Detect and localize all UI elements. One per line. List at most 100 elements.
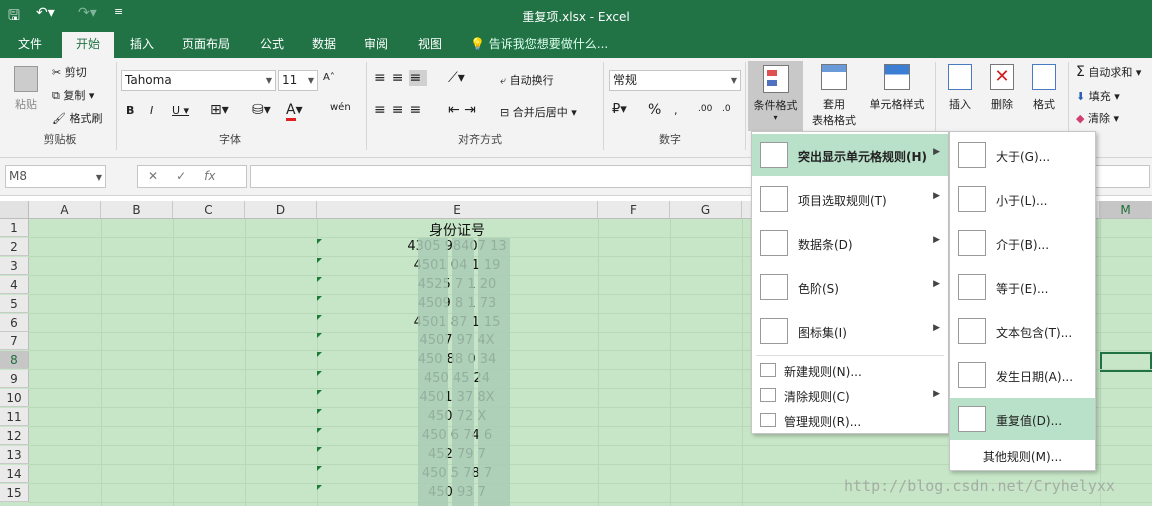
row-header-8[interactable]: 8 — [0, 351, 29, 369]
merge-center-button[interactable]: ⊟ 合并后居中 ▾ — [500, 104, 577, 120]
fill-color-button[interactable]: ⛁▾ — [252, 102, 271, 118]
menu-item-more-rules[interactable]: 其他规则(M)... — [950, 444, 1095, 468]
watermark-text: http://blog.csdn.net/Cryhelyxx — [844, 477, 1115, 495]
menu-item-text-contains[interactable]: 文本包含(T)... — [950, 310, 1095, 352]
cell-styles-icon — [884, 64, 910, 90]
menu-item-new-rule[interactable]: 新建规则(N)... — [752, 358, 948, 382]
menu-item-less-than[interactable]: 小于(L)... — [950, 178, 1095, 220]
window-title: 重复项.xlsx - Excel — [522, 10, 630, 24]
menu-item-clear-rules[interactable]: 清除规则(C) ▶ — [752, 383, 948, 407]
horizontal-align-buttons[interactable]: ≡≡≡ — [374, 102, 427, 118]
phonetic-button[interactable]: wén — [330, 102, 351, 113]
row-header-12[interactable]: 12 — [0, 427, 29, 445]
underline-button[interactable]: U ▾ — [172, 104, 189, 117]
bold-button[interactable]: B — [126, 104, 134, 117]
name-box[interactable]: M8 ▼ — [5, 165, 106, 188]
row-header-6[interactable]: 6 — [0, 314, 29, 332]
column-header-c[interactable]: C — [173, 201, 245, 219]
tab-home[interactable]: 开始 — [62, 32, 114, 58]
grow-font-button[interactable]: A˄ — [323, 72, 335, 83]
menu-item-duplicate-values[interactable]: 重复值(D)... — [950, 398, 1095, 440]
autosum-button[interactable]: Σ 自动求和 ▾ — [1076, 64, 1141, 80]
column-header-d[interactable]: D — [245, 201, 317, 219]
row-header-5[interactable]: 5 — [0, 295, 29, 313]
comma-button[interactable]: , — [674, 104, 678, 117]
row-header-2[interactable]: 2 — [0, 238, 29, 256]
chevron-down-icon: ▼ — [307, 76, 314, 85]
row-header-10[interactable]: 10 — [0, 389, 29, 407]
enter-icon[interactable]: ✓ — [176, 169, 204, 183]
percent-button[interactable]: % — [648, 102, 661, 118]
cut-button[interactable]: ✂ 剪切 — [52, 64, 87, 80]
decrease-decimal-button[interactable]: .0 — [722, 104, 731, 114]
delete-cells-button[interactable]: ✕ 删除 — [984, 64, 1020, 112]
select-all-corner[interactable] — [0, 201, 29, 219]
fill-button[interactable]: ⬇ 填充 ▾ — [1076, 88, 1120, 104]
row-header-9[interactable]: 9 — [0, 370, 29, 388]
tab-page-layout[interactable]: 页面布局 — [172, 32, 240, 58]
row-header-7[interactable]: 7 — [0, 332, 29, 350]
row-header-3[interactable]: 3 — [0, 257, 29, 275]
increase-decimal-button[interactable]: .00 — [698, 104, 712, 114]
copy-button[interactable]: ⧉ 复制 ▾ — [52, 87, 94, 103]
row-header-1[interactable]: 1 — [0, 219, 29, 237]
tab-view[interactable]: 视图 — [408, 32, 452, 58]
row-header-15[interactable]: 15 — [0, 484, 29, 502]
indent-buttons[interactable]: ⇤ ⇥ — [448, 102, 476, 118]
wrap-text-button[interactable]: ⤶ 自动换行 — [500, 72, 554, 88]
clear-button[interactable]: ◆ 清除 ▾ — [1076, 110, 1119, 126]
conditional-formatting-button[interactable]: 条件格式 ▾ — [748, 61, 803, 131]
menu-item-manage-rules[interactable]: 管理规则(R)... — [752, 408, 948, 432]
column-header-a[interactable]: A — [29, 201, 101, 219]
border-button[interactable]: ⊞▾ — [210, 102, 229, 118]
column-header-f[interactable]: F — [598, 201, 670, 219]
tab-review[interactable]: 审阅 — [354, 32, 398, 58]
menu-item-equal-to[interactable]: 等于(E)... — [950, 266, 1095, 308]
menu-item-date-occurring[interactable]: 发生日期(A)... — [950, 354, 1095, 396]
manage-rules-icon — [760, 413, 776, 427]
menu-item-data-bars[interactable]: 数据条(D) ▶ — [752, 222, 948, 264]
function-icon[interactable]: fx — [204, 169, 215, 183]
row-header-13[interactable]: 13 — [0, 446, 29, 464]
font-size-select[interactable]: 11 ▼ — [278, 70, 318, 91]
number-group-label: 数字 — [659, 133, 681, 146]
menu-item-highlight-cells-rules[interactable]: 突出显示单元格规则(H) ▶ — [752, 134, 948, 176]
orientation-button[interactable]: ⟋▾ — [448, 70, 465, 86]
tab-file[interactable]: 文件 — [8, 32, 52, 58]
fill-label: 填充 — [1088, 90, 1111, 103]
tell-me-box[interactable]: 💡 告诉我您想要做什么... — [470, 32, 608, 56]
menu-item-icon-sets[interactable]: 图标集(I) ▶ — [752, 310, 948, 352]
merge-icon: ⊟ — [500, 106, 510, 119]
accounting-button[interactable]: ₽▾ — [612, 102, 627, 117]
number-format-select[interactable]: 常规 ▼ — [609, 70, 741, 91]
clear-rules-icon — [760, 388, 776, 402]
row-header-14[interactable]: 14 — [0, 465, 29, 483]
cell-styles-button[interactable]: 单元格样式 — [865, 64, 929, 112]
tab-formulas[interactable]: 公式 — [250, 32, 294, 58]
menu-item-between[interactable]: 介于(B)... — [950, 222, 1095, 264]
clipboard-group-label: 剪贴板 — [43, 133, 77, 146]
column-header-e[interactable]: E — [317, 201, 598, 219]
paste-button[interactable]: 粘贴 — [10, 66, 42, 116]
tab-insert[interactable]: 插入 — [120, 32, 164, 58]
text-number-indicator — [317, 390, 322, 395]
column-header-b[interactable]: B — [101, 201, 173, 219]
column-header-m[interactable]: M — [1100, 201, 1152, 219]
column-header-g[interactable]: G — [670, 201, 742, 219]
menu-item-greater-than[interactable]: 大于(G)... — [950, 134, 1095, 176]
menu-item-top-bottom-rules[interactable]: 项目选取规则(T) ▶ — [752, 178, 948, 220]
cancel-icon[interactable]: ✕ — [148, 169, 176, 183]
vertical-align-buttons[interactable]: ≡≡≡ — [374, 70, 428, 86]
format-as-table-button[interactable]: 套用 表格格式 — [805, 64, 863, 128]
menu-item-color-scales[interactable]: 色阶(S) ▶ — [752, 266, 948, 308]
row-header-4[interactable]: 4 — [0, 276, 29, 294]
format-painter-button[interactable]: 🖌 格式刷 — [52, 110, 102, 126]
format-cells-button[interactable]: 格式 — [1026, 64, 1062, 112]
fill-down-icon: ⬇ — [1076, 90, 1086, 103]
row-header-11[interactable]: 11 — [0, 408, 29, 426]
font-color-button[interactable]: A▾ — [286, 102, 303, 121]
tab-data[interactable]: 数据 — [302, 32, 346, 58]
italic-button[interactable]: I — [150, 104, 153, 117]
font-name-select[interactable]: Tahoma ▼ — [121, 70, 276, 91]
insert-cells-button[interactable]: 插入 — [942, 64, 978, 112]
